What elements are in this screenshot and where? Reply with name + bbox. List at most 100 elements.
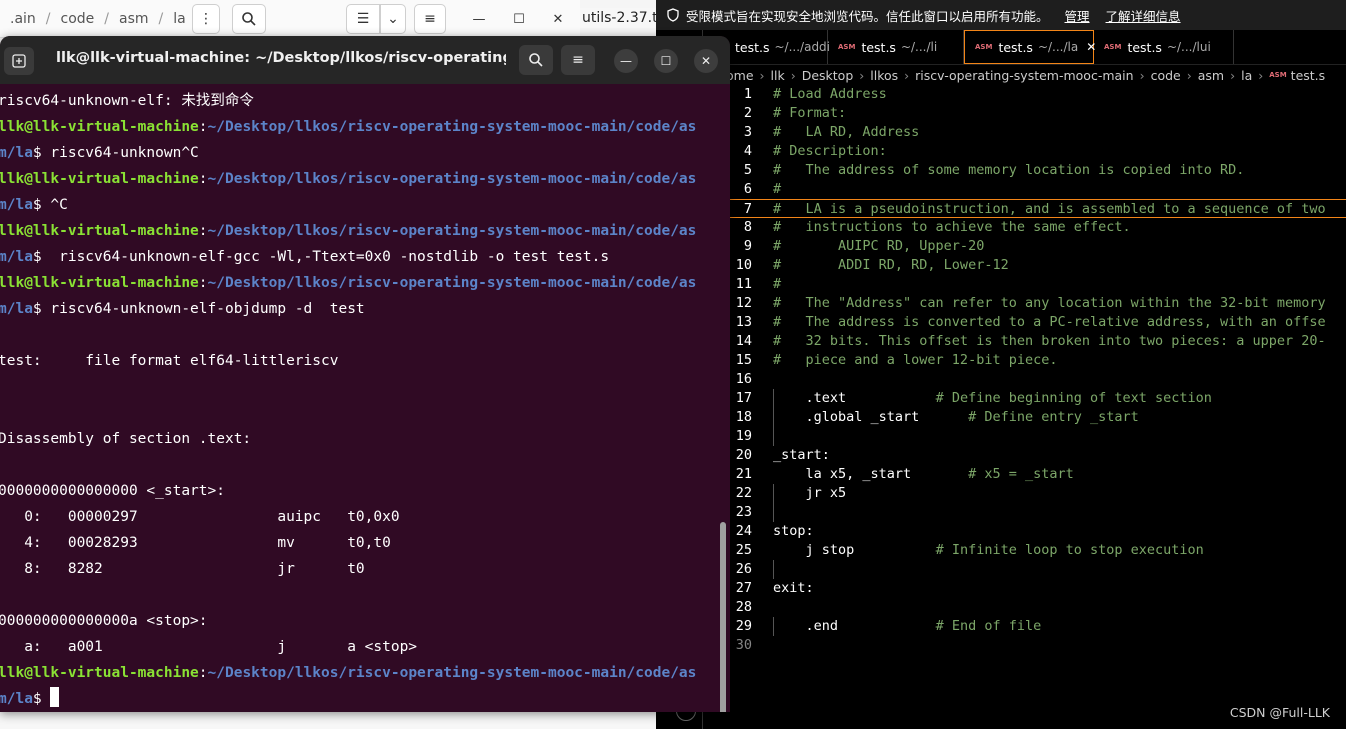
tab-test-s-la[interactable]: ASM test.s ~/.../la ✕ bbox=[964, 30, 1096, 64]
tab-path: ~/.../lui bbox=[1166, 40, 1211, 54]
terminal-line: llk@llk-virtual-machine:~/Desktop/llkos/… bbox=[0, 171, 697, 187]
chevron-down-icon[interactable]: ⌄ bbox=[380, 4, 406, 34]
breadcrumb-item[interactable]: llkos bbox=[870, 68, 898, 83]
code-text: j stop # Infinite loop to stop execution bbox=[773, 542, 1204, 558]
code-text: # The address of some memory location is… bbox=[773, 162, 1245, 178]
breadcrumb-segment[interactable]: .ain bbox=[0, 11, 46, 27]
prompt-path: ~/Desktop/llkos/riscv-operating-system-m… bbox=[207, 119, 697, 135]
code-text: # Description: bbox=[773, 143, 887, 159]
breadcrumb-item[interactable]: asm bbox=[1198, 68, 1224, 83]
code-line: 2 # Format: bbox=[726, 104, 1346, 123]
tab-test-s-lui[interactable]: ASM test.s ~/.../lui bbox=[1094, 30, 1234, 64]
close-icon[interactable]: ✕ bbox=[694, 49, 718, 73]
code-line: 5 # The address of some memory location i… bbox=[726, 161, 1346, 180]
breadcrumb-segment[interactable]: asm bbox=[109, 11, 159, 27]
code-line: 24 stop: bbox=[726, 522, 1346, 541]
breadcrumb-item[interactable]: code bbox=[1151, 68, 1181, 83]
terminal-line: llk@llk-virtual-machine:~/Desktop/llkos/… bbox=[0, 119, 697, 135]
code-text: # piece and a lower 12-bit piece. bbox=[773, 352, 1058, 368]
code-text: exit: bbox=[773, 580, 814, 596]
file-manager-toolbar: .ain / code / asm / la ⋮ ☰ ⌄ ≡ — ☐ ✕ bbox=[0, 0, 580, 38]
terminal-output[interactable]: riscv64-unknown-elf: 未找到命令 llk@llk-virtu… bbox=[0, 88, 718, 712]
code-line: 27 exit: bbox=[726, 579, 1346, 598]
terminal-line: m/la$ riscv64-unknown-elf-gcc -Wl,-Ttext… bbox=[0, 244, 609, 270]
code-line: 18 .global _start # Define entry _start bbox=[726, 408, 1346, 427]
prompt-path-wrap: m/la bbox=[0, 197, 33, 213]
search-icon[interactable] bbox=[232, 4, 266, 34]
tab-test-s-li[interactable]: ASM test.s ~/.../li bbox=[828, 30, 964, 64]
breadcrumb-item[interactable]: la bbox=[1241, 68, 1252, 83]
code-line: 17 .text # Define beginning of text sect… bbox=[726, 389, 1346, 408]
prompt-path: ~/Desktop/llkos/riscv-operating-system-m… bbox=[207, 665, 697, 681]
code-line: 13 # The address is converted to a PC-rel… bbox=[726, 313, 1346, 332]
code-text: .global _start # Define entry _start bbox=[773, 409, 1139, 425]
indent-guide bbox=[773, 484, 774, 522]
indent-guide bbox=[773, 617, 774, 636]
tab-filename: test.s bbox=[1127, 39, 1162, 55]
code-line: 19 bbox=[726, 427, 1346, 446]
code-text: la x5, _start # x5 = _start bbox=[773, 466, 1074, 482]
terminal-line: riscv64-unknown-elf: 未找到命令 bbox=[0, 93, 254, 109]
code-text: # The "Address" can refer to any locatio… bbox=[773, 295, 1326, 311]
code-line: 4 # Description: bbox=[726, 142, 1346, 161]
terminal-scrollbar[interactable] bbox=[720, 522, 726, 712]
breadcrumb-item[interactable]: ome bbox=[726, 68, 754, 83]
terminal-line: m/la$ riscv64-unknown^C bbox=[0, 140, 199, 166]
learn-more-link[interactable]: 了解详细信息 bbox=[1106, 6, 1181, 25]
breadcrumb-segment[interactable]: la bbox=[163, 11, 195, 27]
tab-path: ~/.../li bbox=[900, 40, 938, 54]
list-view-icon[interactable]: ☰ bbox=[346, 4, 380, 34]
manage-link[interactable]: 管理 bbox=[1065, 6, 1090, 25]
code-text: # bbox=[773, 181, 782, 197]
prompt-path: ~/Desktop/llkos/riscv-operating-system-m… bbox=[207, 171, 697, 187]
terminal-headerbar: llk@llk-virtual-machine: ~/Desktop/llkos… bbox=[0, 36, 730, 84]
menu-icon[interactable]: ≡ bbox=[561, 45, 595, 75]
terminal-cursor bbox=[50, 687, 60, 707]
maximize-icon[interactable]: ☐ bbox=[654, 49, 678, 73]
new-tab-icon[interactable] bbox=[4, 47, 34, 75]
close-icon[interactable]: ✕ bbox=[545, 6, 571, 32]
watermark: CSDN @Full-LLK bbox=[1229, 705, 1330, 720]
code-text: # LA RD, Address bbox=[773, 124, 920, 140]
tab-path: ~/.../addi bbox=[774, 40, 831, 54]
code-line: 25 j stop # Infinite loop to stop execut… bbox=[726, 541, 1346, 560]
prompt-user: llk@llk-virtual-machine bbox=[0, 171, 199, 187]
code-line: 22 jr x5 bbox=[726, 484, 1346, 503]
code-text: .end # End of file bbox=[773, 618, 1042, 634]
code-line: 3 # LA RD, Address bbox=[726, 123, 1346, 142]
maximize-icon[interactable]: ☐ bbox=[506, 6, 532, 32]
prompt-user: llk@llk-virtual-machine bbox=[0, 223, 199, 239]
code-line: 20 _start: bbox=[726, 446, 1346, 465]
prompt-path-wrap: m/la bbox=[0, 145, 33, 161]
prompt-user: llk@llk-virtual-machine bbox=[0, 119, 199, 135]
code-text: # AUIPC RD, Upper-20 bbox=[773, 238, 985, 254]
minimize-icon[interactable]: — bbox=[614, 49, 638, 73]
code-text: # ADDI RD, RD, Lower-12 bbox=[773, 257, 1009, 273]
breadcrumb-item[interactable]: llk bbox=[771, 68, 785, 83]
terminal-line: 4: 00028293 mv t0,t0 bbox=[0, 535, 391, 551]
indent-guide bbox=[773, 560, 774, 579]
command-text: $ riscv64-unknown-elf-objdump -d test bbox=[32, 301, 365, 317]
breadcrumb-item[interactable]: test.s bbox=[1291, 68, 1326, 83]
code-area[interactable]: 1 # Load Address 2 # Format: 3 # LA RD, Addre… bbox=[726, 85, 1346, 685]
asm-file-icon: ASM bbox=[838, 43, 856, 51]
shield-icon bbox=[667, 8, 679, 22]
code-text: .text # Define beginning of text section bbox=[773, 390, 1212, 406]
indent-guide bbox=[773, 389, 774, 446]
code-line: 8 # instructions to achieve the same effe… bbox=[726, 218, 1346, 237]
prompt-user: llk@llk-virtual-machine bbox=[0, 665, 199, 681]
more-options-icon[interactable]: ⋮ bbox=[192, 4, 220, 34]
terminal-line: m/la$ riscv64-unknown-elf-objdump -d tes… bbox=[0, 296, 365, 322]
breadcrumb-item[interactable]: Desktop bbox=[802, 68, 854, 83]
breadcrumb-segment[interactable]: code bbox=[51, 11, 105, 27]
terminal-line: test: file format elf64-littleriscv bbox=[0, 353, 339, 369]
breadcrumb-item[interactable]: riscv-operating-system-mooc-main bbox=[915, 68, 1133, 83]
code-text: # 32 bits. This offset is then broken in… bbox=[773, 333, 1326, 349]
minimize-icon[interactable]: — bbox=[466, 6, 492, 32]
terminal-line: 0: 00000297 auipc t0,0x0 bbox=[0, 509, 400, 525]
code-text: _start: bbox=[773, 447, 830, 463]
editor-tab-bar: test.s ~/.../addi ASM test.s ~/.../li ASM te… bbox=[703, 30, 1346, 65]
terminal-line: m/la$ ^C bbox=[0, 192, 68, 218]
menu-icon[interactable]: ≡ bbox=[414, 4, 446, 34]
search-icon[interactable] bbox=[519, 45, 553, 75]
